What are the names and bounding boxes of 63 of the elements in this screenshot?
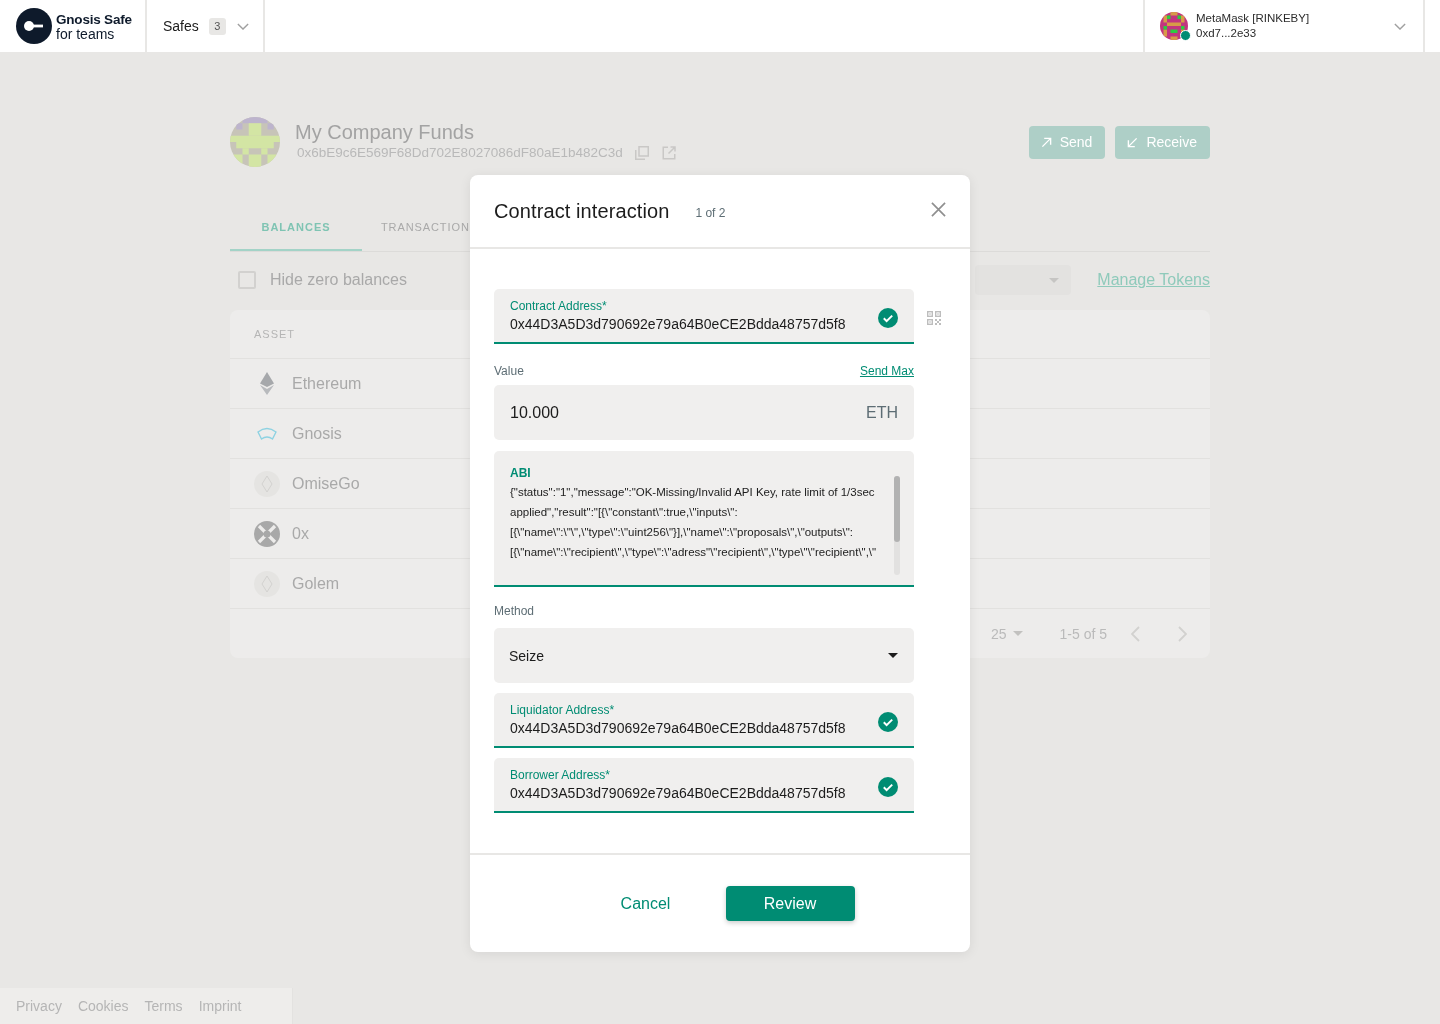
logo-icon[interactable] <box>16 8 52 44</box>
identicon-avatar <box>1160 12 1188 40</box>
ring-cross-icon <box>254 520 280 547</box>
qr-code-icon[interactable] <box>927 310 941 325</box>
dialog-title: Contract interaction <box>494 199 670 223</box>
select-field[interactable] <box>975 265 1072 295</box>
caret-down-icon <box>1049 277 1060 283</box>
table-cell: Ethereum <box>292 374 362 393</box>
copy-icon[interactable] <box>634 145 649 160</box>
chevron-down-icon <box>236 22 249 30</box>
field-value: 0x44D3A5D3d790692e79a64B0eCE2Bdda48757d5f8 <box>510 783 847 803</box>
field-label: Borrower Address* <box>510 766 612 783</box>
close-icon[interactable] <box>931 201 946 217</box>
table-cell: OmiseGo <box>292 474 360 493</box>
external-link-icon[interactable] <box>661 145 676 160</box>
table-cell: Golem <box>292 574 340 593</box>
field-label: Liquidator Address* <box>510 701 616 718</box>
column-header: ASSET <box>254 328 296 340</box>
caret-down-icon <box>1012 631 1023 636</box>
amount-field[interactable]: 10.000 ETH <box>494 385 914 440</box>
field-value: Seize <box>509 647 545 664</box>
safe-count-badge: 3 <box>208 17 226 35</box>
caret-down-icon <box>888 653 898 658</box>
coin-icon <box>254 570 280 597</box>
review-button[interactable]: Review <box>725 886 855 921</box>
field-label: Value <box>494 364 524 378</box>
brand-subtitle: for teams <box>56 26 116 41</box>
identicon-avatar <box>230 117 280 167</box>
field-value: 0x44D3A5D3d790692e79a64B0eCE2Bdda48757d5f8 <box>510 314 847 334</box>
coin-icon <box>254 470 280 497</box>
table-cell: Gnosis <box>292 424 342 443</box>
table-cell: 0x <box>292 524 309 543</box>
arrow-up-right-icon <box>1040 136 1052 148</box>
send-max-link[interactable]: Send Max <box>859 364 914 378</box>
lens-icon <box>257 426 277 441</box>
chevron-down-icon <box>1394 22 1406 30</box>
field-value: 10.000 <box>510 403 559 422</box>
check-circle-icon <box>878 711 898 732</box>
address-field[interactable]: Borrower Address* 0x44D3A5D3d790692e79a64B0eCE2Bdda48757d5f8 <box>494 758 914 813</box>
checkbox-label: Hide zero balances <box>270 271 407 289</box>
chevron-right-icon[interactable] <box>1178 625 1187 642</box>
field-label: Contract Address* <box>510 297 608 314</box>
brand-title: Gnosis Safe <box>56 11 132 27</box>
arrow-down-left-icon <box>1127 136 1139 148</box>
diamond-icon <box>260 372 274 395</box>
cancel-button[interactable]: Cancel <box>585 886 706 921</box>
chevron-left-icon[interactable] <box>1131 625 1140 642</box>
check-circle-icon <box>878 776 898 797</box>
scrollbar-thumb[interactable] <box>894 476 900 542</box>
scrollbar[interactable] <box>894 476 900 575</box>
safe-name: My Company Funds <box>295 119 475 144</box>
currency-unit: ETH <box>866 403 898 422</box>
abi-text: {"status":"1","message":"OK-Missing/Invalid API Key, rate limit of 1/3sec applied","result":"[{\"constant\":true,\"inputs\":[{\"name\":\"\",\"type\":\"uint256\"}],\"name\":\"proposals\",\"outputs\":[{\"name\":\"recipient\",\"type\":\"adress"\"recipient\",\"type\"\"recipient\",\" <box>510 485 878 560</box>
field-value: 0x44D3A5D3d790692e79a64B0eCE2Bdda48757d5f8 <box>510 718 847 738</box>
address-field[interactable]: Liquidator Address* 0x44D3A5D3d790692e79a64B0eCE2Bdda48757d5f8 <box>494 693 914 748</box>
step-indicator: 1 of 2 <box>695 206 726 220</box>
abi-textarea[interactable] <box>494 451 914 587</box>
field-label: ABI <box>510 465 532 482</box>
address-field[interactable]: Contract Address* 0x44D3A5D3d790692e79a64B0eCE2Bdda48757d5f8 <box>494 289 914 344</box>
account-menu-button[interactable]: MetaMask [RINKEBY] 0xd7...2e33 <box>1143 0 1425 52</box>
method-select[interactable]: Seize <box>494 628 914 683</box>
check-circle-icon <box>878 307 898 328</box>
field-label: Method <box>494 604 535 618</box>
